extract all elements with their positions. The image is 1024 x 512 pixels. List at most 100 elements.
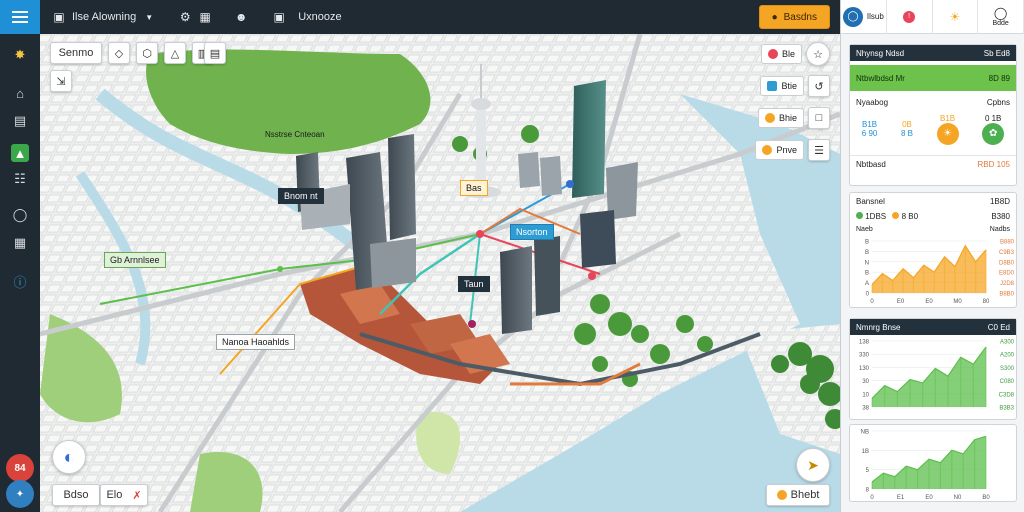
star-icon: ☆: [813, 48, 823, 61]
trend-area: [872, 347, 986, 407]
growth-bar: [974, 439, 976, 489]
summary-card: Nhynsg Ndsd Sb Ed8 Ntbwlbdsd Mr 8D 89 Ny…: [849, 44, 1017, 186]
balance-legend: 1DBS 8 B0 B380: [850, 209, 1016, 223]
growth-xtick: E1: [897, 495, 905, 501]
zoom-count-box[interactable]: Elo ✗: [100, 484, 148, 506]
tool-row-1: Ble ☆: [760, 42, 830, 66]
tool-pill-3[interactable]: Bhie: [757, 108, 804, 128]
hamburger-menu-button[interactable]: [0, 0, 40, 34]
summary-highlight: Ntbwlbdsd Mr 8D 89: [850, 65, 1016, 91]
growth-bar: [985, 436, 987, 489]
balance-chart: BBNBA0B880C9B3D8B0E8D0J2D8B8B00 E0 E0 M0 80: [865, 240, 1015, 306]
legend-button[interactable]: Bhebt: [766, 484, 830, 506]
trend-right-label: S300: [1000, 366, 1015, 372]
globe-icon[interactable]: ◯: [11, 206, 29, 224]
legend-item-1: 1DBS 8 B0: [856, 211, 918, 221]
growth-bar: [951, 450, 953, 489]
grid-icon[interactable]: ▦: [198, 10, 212, 24]
center-label: Bnom nt: [278, 188, 324, 204]
trend-bar: [972, 364, 974, 407]
balance-ytick: N: [865, 260, 869, 266]
draw-shape-button[interactable]: ◇: [108, 42, 130, 64]
trend-ytick: 130: [859, 366, 870, 372]
tool-pill-1[interactable]: Ble: [760, 44, 802, 64]
park-label: Nsstrse Cnteoan: [265, 130, 325, 139]
tool-pill-2[interactable]: Btie: [760, 76, 804, 96]
zoom-scale-box[interactable]: Bdso: [52, 484, 100, 506]
chevron-down-icon[interactable]: ▼: [142, 10, 156, 24]
alert-badge[interactable]: 84: [6, 454, 34, 482]
trend-bar: [934, 368, 936, 407]
trend-bar: [871, 398, 873, 407]
growth-bar: [871, 481, 873, 489]
search-label: Uxnooze: [298, 11, 342, 23]
growth-ytick: 5: [866, 468, 870, 474]
user-icon[interactable]: ☻: [234, 10, 248, 24]
print-tool-button[interactable]: ▤: [204, 42, 226, 64]
panel-top-tabs: ◯ Ilsub ! ☀ ◯ Bdde: [841, 0, 1024, 34]
star-button[interactable]: ☆: [806, 42, 830, 66]
help-icon: ◯: [993, 6, 1008, 20]
growth-bar: [939, 462, 941, 489]
diamond-icon: ◇: [114, 47, 124, 60]
home-icon[interactable]: ⌂: [11, 84, 29, 102]
compass-button[interactable]: ➤: [796, 448, 830, 482]
map-search-button[interactable]: Senmo: [50, 42, 102, 64]
balance-right-label: C9B3: [999, 250, 1015, 256]
measure-tool-button[interactable]: ⇲: [50, 70, 72, 92]
panel-tab-3[interactable]: ☀: [933, 0, 979, 34]
balance-bar: [881, 273, 883, 293]
route-tool-button[interactable]: △: [164, 42, 186, 64]
left-rail: ✸ ⌂ ▤ ▲ ☷ ◯ ▦ ⓘ 84 ✦: [0, 0, 40, 512]
logo-button[interactable]: ◐: [52, 440, 86, 474]
balance-bar: [902, 268, 904, 293]
chat-button[interactable]: □: [808, 107, 830, 129]
help-icon[interactable]: ⓘ: [11, 272, 29, 290]
chart-icon[interactable]: ▲: [11, 144, 29, 162]
growth-ytick: 1B: [862, 449, 869, 455]
trend-ytick: 138: [859, 340, 870, 346]
compass-icon[interactable]: ✸: [11, 46, 29, 64]
app-title-group: ▣ Ilse Alowning ▼: [52, 10, 156, 24]
trend-bar: [922, 383, 924, 407]
polygon-tool-button[interactable]: ⬡: [136, 42, 158, 64]
panel-tab-4[interactable]: ◯ Bdde: [978, 0, 1024, 34]
bike-button[interactable]: ↺: [808, 75, 830, 97]
panel-tab-2[interactable]: !: [887, 0, 933, 34]
ruler-icon: ⇲: [56, 75, 66, 88]
balance-right-label: B8B0: [999, 292, 1014, 298]
list-button[interactable]: ☰: [808, 139, 830, 161]
map-view[interactable]: Senmo ◇ ⬡ △ ▥ ▤ ⇲ Nsstrse Cnteoan Bnom n…: [40, 34, 840, 512]
settings-icon[interactable]: ⚙: [178, 10, 192, 24]
trend-ytick: 38: [862, 406, 869, 412]
balance-right-label: E8D0: [999, 271, 1015, 277]
summary-footer: Nbtbasd RBD 105: [850, 155, 1016, 173]
globe-icon: ◯: [842, 6, 863, 27]
growth-bar: [928, 459, 930, 489]
growth-bar: [905, 466, 907, 489]
balance-ytick: A: [865, 281, 869, 287]
panel-tab-1[interactable]: ◯ Ilsub: [841, 0, 887, 34]
trend-card: Nmnrg Bnse C0 Ed 138 330 130 30 10 38 A300 A200…: [849, 318, 1017, 420]
tool-pill-4[interactable]: Pnve: [755, 140, 804, 160]
primary-cta-button[interactable]: ● Basdns: [758, 5, 830, 29]
book-icon[interactable]: ☷: [11, 170, 29, 188]
balance-right-label: D8B0: [999, 260, 1015, 266]
tool-row-3: Bhie □: [757, 106, 830, 130]
trend-right-label: B3B3: [999, 406, 1014, 412]
layers-icon[interactable]: ▦: [11, 234, 29, 252]
legend-swatch: [892, 211, 900, 219]
document-icon[interactable]: ▤: [11, 112, 29, 130]
trend-right-label: A300: [1000, 340, 1015, 346]
trend-chart: 138 330 130 30 10 38 A300 A200 S300 C080 C3D8 B3B3: [859, 340, 1015, 412]
balance-bar: [933, 272, 935, 293]
trend-right-label: A200: [1000, 353, 1015, 359]
tool-row-4: Pnve ☰: [755, 138, 830, 162]
balance-xtick: 80: [983, 299, 990, 305]
balance-ytick: B: [865, 271, 869, 277]
growth-chart: NB 1B 5 8 5D3S 0 E1 E0 N0 B0: [861, 421, 1014, 501]
location-button[interactable]: ✦: [6, 480, 34, 508]
polygon-icon: ⬡: [142, 47, 152, 60]
search-group[interactable]: ▣ Uxnooze: [272, 10, 342, 24]
trend-ytick: 30: [862, 379, 869, 385]
